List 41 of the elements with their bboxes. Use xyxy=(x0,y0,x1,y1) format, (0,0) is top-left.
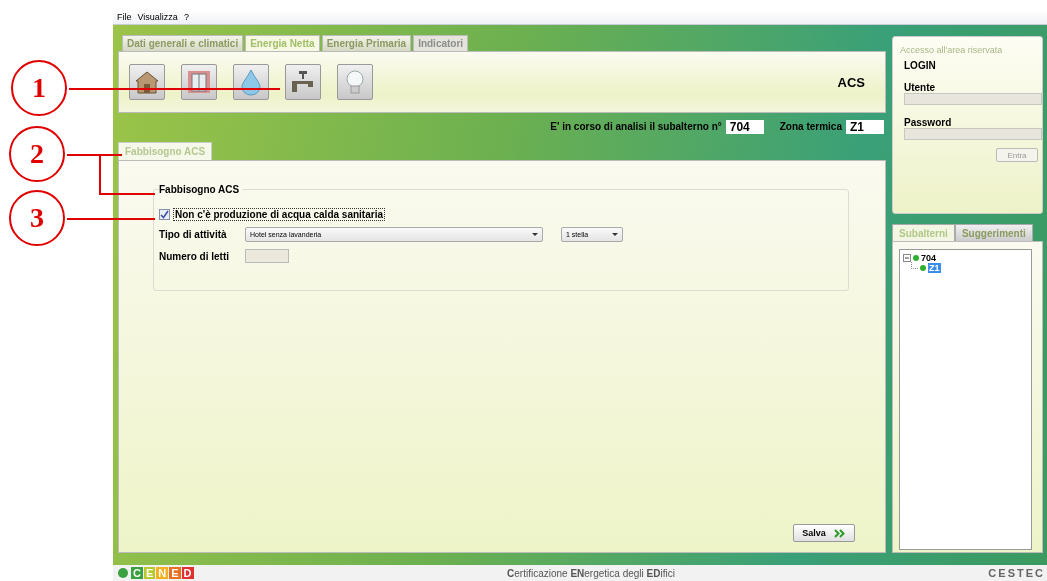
drop-icon[interactable] xyxy=(233,64,269,100)
tab[interactable]: Energia Netta xyxy=(245,35,320,51)
group-title: Fabbisogno ACS xyxy=(159,184,244,198)
tab[interactable]: Dati generali e climatici xyxy=(122,35,244,51)
tab[interactable]: Suggerimenti xyxy=(954,224,1033,241)
footer-caption: Certificazione ENergetica degli EDifici xyxy=(507,567,675,579)
zona-value: Z1 xyxy=(846,119,884,134)
house-icon[interactable] xyxy=(129,64,165,100)
callout-number: 1 xyxy=(11,60,67,116)
subalterno-value: 704 xyxy=(725,119,764,134)
field-label: Numero di letti xyxy=(159,250,230,262)
status-dot-icon xyxy=(920,265,926,271)
cestec-logo: CESTEC xyxy=(988,567,1046,579)
tab[interactable]: Fabbisogno ACS xyxy=(118,142,213,160)
menu-item[interactable]: Visualizza xyxy=(137,11,178,23)
subalterno-label: E' in corso di analisi il subalterno n° xyxy=(550,121,722,132)
status-dot-icon xyxy=(913,255,919,261)
field-label: Password xyxy=(903,117,953,128)
save-button[interactable]: Salva xyxy=(793,524,855,542)
section-title: ACS xyxy=(837,74,865,90)
collapse-icon[interactable] xyxy=(903,254,911,262)
tree-item[interactable]: Z1 xyxy=(928,263,941,273)
callout-number: 2 xyxy=(9,126,65,182)
login-heading: Accesso all'area riservata xyxy=(900,45,1004,55)
callout-number: 3 xyxy=(9,190,65,246)
menu-item[interactable]: ? xyxy=(183,11,189,23)
window-icon[interactable] xyxy=(181,64,217,100)
checkbox[interactable] xyxy=(159,209,170,220)
login-button[interactable]: Entra xyxy=(996,148,1038,162)
login-title: LOGIN xyxy=(903,60,937,71)
zona-label: Zona termica xyxy=(779,121,842,132)
bulb-icon[interactable] xyxy=(337,64,373,100)
tab[interactable]: Energia Primaria xyxy=(321,35,412,51)
menu-item[interactable]: File xyxy=(117,11,132,23)
field-label: Utente xyxy=(903,82,937,93)
field-label: Tipo di attività xyxy=(159,228,228,240)
tap-icon[interactable] xyxy=(285,64,321,100)
chevron-icon xyxy=(833,528,846,538)
tree-item[interactable]: 704 xyxy=(921,253,937,263)
checkbox-label[interactable]: Non c'è produzione di acqua calda sanitaria xyxy=(173,208,385,221)
cened-logo: C E N E D xyxy=(118,567,194,579)
